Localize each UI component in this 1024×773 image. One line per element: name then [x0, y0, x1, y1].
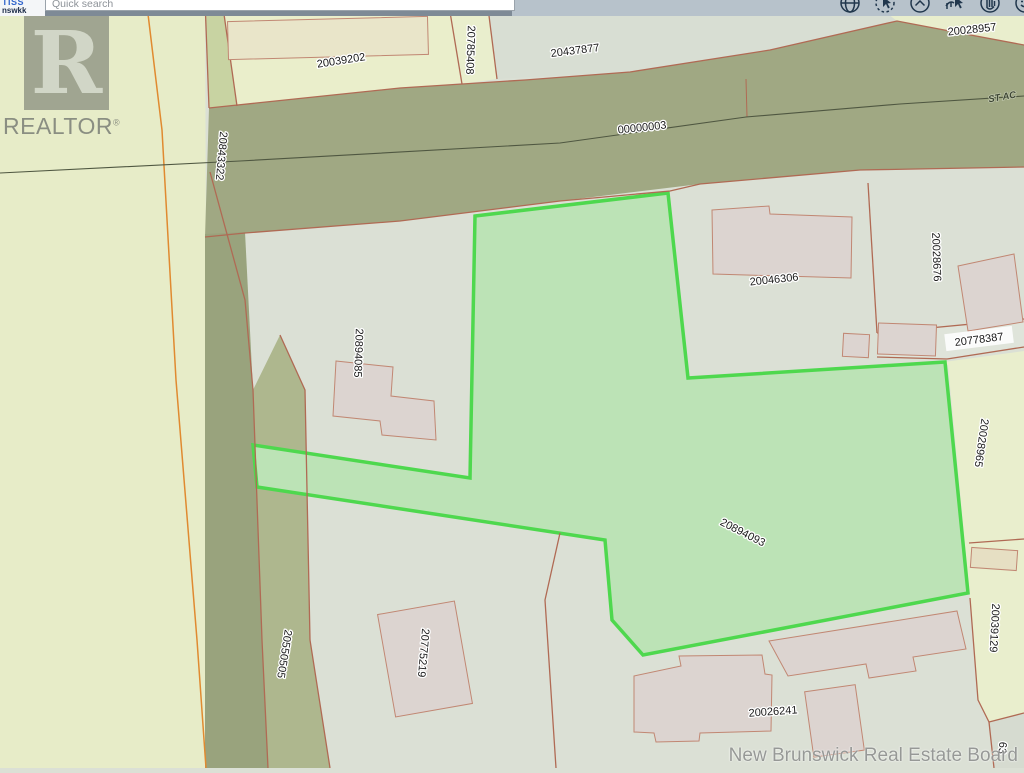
- parcel-label-20039129: 20039129: [987, 603, 1002, 653]
- building-small-rect: [877, 323, 936, 356]
- parcel-label-20785408: 20785408: [463, 25, 477, 74]
- parcel-label-partial: 63: [995, 741, 1008, 754]
- building-20026241-south: [805, 685, 865, 757]
- select-cursor-icon[interactable]: [874, 0, 896, 14]
- collapse-up-icon[interactable]: [909, 0, 931, 14]
- quick-search-input[interactable]: [45, 0, 515, 11]
- map-canvas[interactable]: 20039202 20785408 20437877 20028957 2084…: [0, 0, 1024, 768]
- measure-cursor-icon[interactable]: [944, 0, 966, 14]
- identify-icon[interactable]: [1014, 0, 1024, 14]
- building-small-square: [842, 333, 869, 357]
- parcel-label-20028676: 20028676: [929, 232, 943, 281]
- top-toolbar: TISS nswkk: [0, 0, 1024, 16]
- building-20028676: [958, 254, 1023, 331]
- building-20039202: [228, 16, 429, 59]
- building-20046306: [712, 206, 852, 278]
- parcel-label-20894085: 20894085: [351, 328, 365, 377]
- app-logo-fragment: TISS nswkk: [0, 0, 45, 16]
- building-20028965: [970, 547, 1017, 570]
- map-toolbar: [839, 0, 1024, 14]
- globe-icon[interactable]: [839, 0, 861, 14]
- pan-hand-icon[interactable]: [979, 0, 1001, 14]
- app-text-fragment: nswkk: [2, 6, 26, 15]
